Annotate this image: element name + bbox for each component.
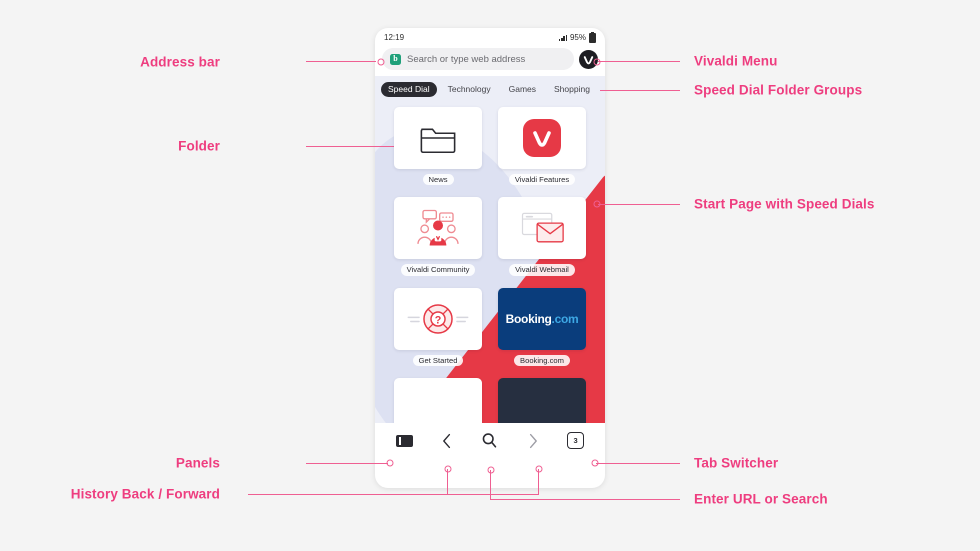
search-magnifier-icon	[483, 433, 497, 448]
connector-dot-history-back	[444, 465, 452, 473]
annotation-label-enter-url-or-search: Enter URL or Search	[694, 491, 828, 507]
speed-dial-item[interactable]: Vivaldi Webmail	[497, 197, 587, 276]
back-arrow-icon	[443, 433, 451, 448]
speed-dial-item[interactable]: News	[393, 106, 483, 186]
connector-history-bridge	[447, 494, 539, 496]
battery-icon	[589, 31, 596, 43]
phone-mockup: 12:19 95% b Search or type web address S…	[375, 28, 605, 488]
vivaldi-logo-icon	[523, 118, 561, 157]
connector-panels	[306, 463, 388, 465]
annotation-label-panels: Panels	[175, 455, 220, 471]
speed-dial-thumbnail-vivaldi-features[interactable]	[498, 106, 586, 169]
folder-icon	[420, 128, 456, 153]
annotation-label-start-page: Start Page with Speed Dials	[694, 196, 875, 212]
speed-dial-title: Vivaldi Community	[400, 264, 476, 276]
community-people-icon	[417, 209, 459, 246]
speed-dial-title: Booking.com	[514, 354, 570, 367]
tab-switcher-button[interactable]: 3	[563, 430, 589, 452]
mail-envelope-icon	[521, 212, 564, 243]
speed-dial-thumbnail-get-started[interactable]: ?	[394, 287, 482, 350]
connector-history-horizontal	[248, 494, 448, 496]
annotation-label-speed-dial-folder-groups: Speed Dial Folder Groups	[694, 82, 863, 98]
speed-dial-folder-tabs[interactable]: Speed Dial Technology Games Shopping De	[375, 76, 605, 102]
connector-history-back-vertical	[447, 469, 449, 495]
status-bar-right: 95%	[559, 31, 596, 43]
address-input-placeholder: Search or type web address	[407, 53, 526, 65]
svg-text:?: ?	[435, 314, 442, 326]
speed-dial-item[interactable]: Booking.com Booking.com	[497, 287, 587, 367]
speed-dial-title: Vivaldi Webmail	[509, 264, 575, 276]
annotation-label-address-bar: Address bar	[140, 54, 220, 70]
battery-percent-label: 95%	[569, 33, 586, 42]
connector-start-page	[598, 204, 680, 206]
history-forward-button[interactable]	[520, 430, 546, 452]
history-back-button[interactable]	[434, 430, 460, 452]
folder-tab-shopping[interactable]: Shopping	[547, 82, 597, 97]
annotation-label-vivaldi-menu: Vivaldi Menu	[694, 53, 778, 69]
folder-tab-games[interactable]: Games	[502, 82, 543, 97]
tab-count-icon: 3	[567, 432, 585, 449]
speed-dial-item[interactable]: Vivaldi Features	[497, 106, 587, 186]
booking-logo-suffix: .com	[551, 311, 579, 326]
connector-dot-history-forward	[535, 465, 543, 473]
lifebuoy-question-icon: ?	[407, 303, 469, 334]
connector-dot-enter-url	[487, 466, 495, 474]
bing-search-engine-icon[interactable]: b	[390, 53, 401, 65]
signal-bars-icon	[559, 34, 567, 41]
speed-dial-title: Vivaldi Features	[508, 173, 576, 186]
speed-dial-grid: News Vivaldi Features Vivaldi Community …	[375, 102, 605, 441]
connector-tab-switcher	[596, 463, 680, 465]
connector-enter-url-horizontal	[490, 499, 680, 501]
speed-dial-thumbnail-vivaldi-community[interactable]	[394, 197, 482, 260]
speed-dial-item[interactable]: Vivaldi Community	[393, 197, 483, 276]
annotation-label-tab-switcher: Tab Switcher	[694, 455, 779, 471]
speed-dial-title: Get Started	[412, 354, 464, 367]
bottom-toolbar: 3	[375, 423, 605, 458]
panels-button[interactable]	[391, 430, 417, 452]
annotation-label-history-back-forward: History Back / Forward	[70, 486, 220, 502]
annotation-label-folder: Folder	[178, 138, 220, 154]
speed-dial-thumbnail-vivaldi-webmail[interactable]	[498, 197, 586, 260]
connector-history-forward-vertical	[538, 469, 540, 495]
address-bar[interactable]: b Search or type web address	[375, 45, 605, 76]
speed-dial-thumbnail-booking[interactable]: Booking.com	[498, 287, 586, 350]
connector-dot-address-bar	[377, 58, 385, 66]
panels-icon	[395, 434, 413, 447]
booking-logo: Booking.com	[506, 312, 579, 326]
folder-tab-de[interactable]: De	[601, 82, 605, 97]
speed-dial-title: News	[422, 173, 454, 186]
status-bar-time: 12:19	[384, 33, 405, 42]
speed-dial-thumbnail-news[interactable]	[394, 106, 482, 169]
connector-enter-url-vertical	[490, 470, 492, 500]
speed-dial-item[interactable]: ? Get Started	[393, 287, 483, 367]
forward-arrow-icon	[529, 433, 537, 448]
connector-address-bar	[306, 61, 376, 63]
status-bar: 12:19 95%	[375, 28, 605, 45]
folder-tab-speed-dial[interactable]: Speed Dial	[381, 82, 437, 97]
folder-tab-technology[interactable]: Technology	[441, 82, 498, 97]
connector-dot-panels	[386, 459, 394, 467]
connector-vivaldi-menu	[598, 61, 680, 63]
search-button[interactable]	[477, 430, 503, 452]
connector-speed-dial-folder-groups	[600, 90, 680, 92]
start-page-viewport: Speed Dial Technology Games Shopping De …	[375, 76, 605, 458]
booking-logo-main: Booking	[505, 311, 552, 326]
address-input-field[interactable]: b Search or type web address	[382, 48, 574, 70]
